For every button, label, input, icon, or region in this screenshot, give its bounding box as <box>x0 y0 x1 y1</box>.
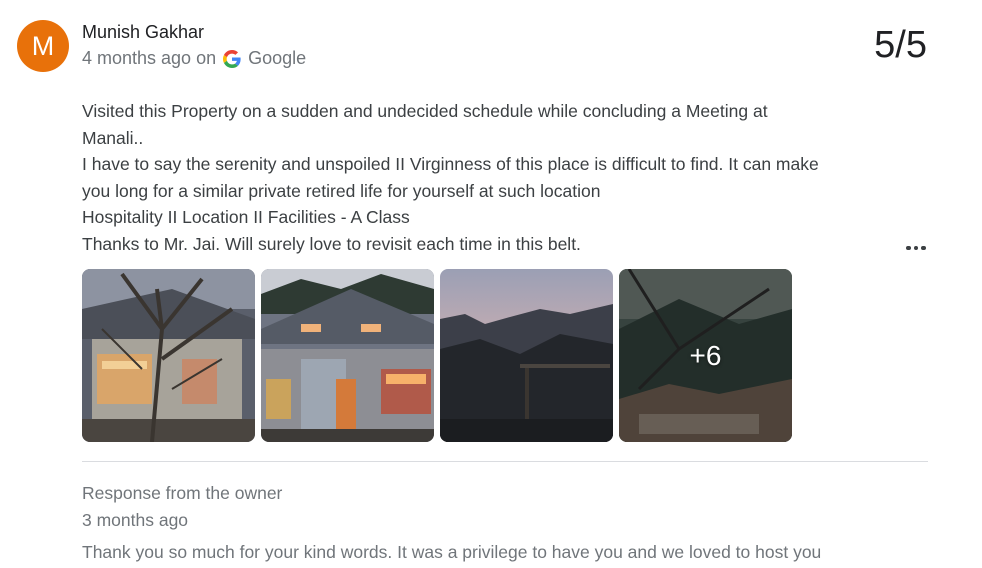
reviewer-name[interactable]: Munish Gakhar <box>82 22 204 43</box>
review-text-line: Hospitality II Location II Facilities - … <box>82 207 410 227</box>
review-text-line: Visited this Property on a sudden and un… <box>82 101 768 121</box>
avatar[interactable]: M <box>17 20 69 72</box>
google-g-icon <box>223 49 241 68</box>
dot <box>906 245 911 251</box>
more-options-icon[interactable] <box>903 238 929 258</box>
rating-score: 5/5 <box>874 24 927 66</box>
review-text-line: Thanks to Mr. Jai. Will surely love to r… <box>82 233 581 254</box>
owner-response-title: Response from the owner <box>82 483 283 503</box>
review-text-line: I have to say the serenity and unspoiled… <box>82 154 819 174</box>
review-meta: 4 months ago on Google <box>82 48 306 69</box>
review-text: Visited this Property on a sudden and un… <box>82 98 902 257</box>
review-text-line: you long for a similar private retired l… <box>82 180 601 201</box>
owner-response-text: Thank you so much for your kind words. I… <box>82 542 822 562</box>
review-photo-2[interactable] <box>261 269 434 442</box>
review-time: 4 months ago on <box>82 48 217 68</box>
review-photos: +6 <box>82 269 792 442</box>
review-source: Google <box>248 48 307 68</box>
review-photo-1[interactable] <box>82 269 255 442</box>
review-photo-more[interactable]: +6 <box>619 269 792 442</box>
dot <box>921 245 926 251</box>
dot <box>913 245 919 251</box>
divider <box>82 461 928 462</box>
owner-response-time: 3 months ago <box>82 510 189 530</box>
review-text-line: Manali.. <box>82 127 144 148</box>
more-photos-count: +6 <box>689 339 722 371</box>
review-photo-3[interactable] <box>440 269 613 442</box>
